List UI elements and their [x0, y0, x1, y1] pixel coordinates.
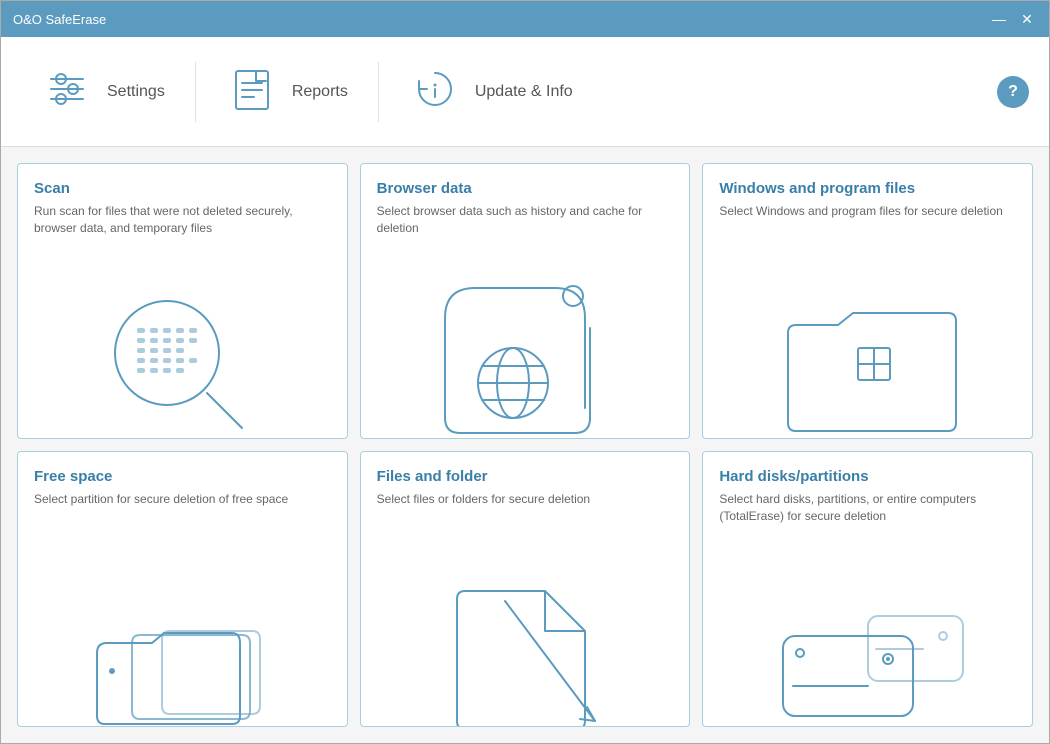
harddisk-desc: Select hard disks, partitions, or entire… [719, 491, 1016, 525]
browser-desc: Select browser data such as history and … [377, 203, 674, 237]
browser-title: Browser data [377, 180, 674, 197]
window-controls: — ✕ [989, 12, 1037, 26]
settings-icon [41, 63, 93, 120]
toolbar: Settings Reports [1, 37, 1049, 147]
window-title: O&O SafeErase [13, 12, 106, 27]
windows-icon [703, 283, 1032, 438]
files-card[interactable]: Files and folder Select files or folders… [360, 451, 691, 727]
windows-desc: Select Windows and program files for sec… [719, 203, 1016, 220]
toolbar-divider-1 [195, 62, 196, 122]
files-desc: Select files or folders for secure delet… [377, 491, 674, 508]
reports-label: Reports [292, 83, 348, 101]
harddisk-title: Hard disks/partitions [719, 468, 1016, 485]
title-bar: O&O SafeErase — ✕ [1, 1, 1049, 37]
windows-card[interactable]: Windows and program files Select Windows… [702, 163, 1033, 439]
reports-icon [226, 63, 278, 120]
scan-title: Scan [34, 180, 331, 197]
freespace-title: Free space [34, 468, 331, 485]
close-button[interactable]: ✕ [1017, 12, 1037, 26]
freespace-icon [18, 571, 347, 726]
update-toolbar-item[interactable]: Update & Info [389, 53, 593, 130]
update-icon [409, 63, 461, 120]
windows-title: Windows and program files [719, 180, 1016, 197]
files-title: Files and folder [377, 468, 674, 485]
minimize-button[interactable]: — [989, 12, 1009, 26]
update-label: Update & Info [475, 83, 573, 101]
freespace-card[interactable]: Free space Select partition for secure d… [17, 451, 348, 727]
settings-toolbar-item[interactable]: Settings [21, 53, 185, 130]
scan-icon [18, 278, 347, 438]
settings-label: Settings [107, 83, 165, 101]
scan-desc: Run scan for files that were not deleted… [34, 203, 331, 237]
freespace-desc: Select partition for secure deletion of … [34, 491, 331, 508]
files-icon [361, 571, 690, 726]
harddisk-card[interactable]: Hard disks/partitions Select hard disks,… [702, 451, 1033, 727]
reports-toolbar-item[interactable]: Reports [206, 53, 368, 130]
help-button[interactable]: ? [997, 76, 1029, 108]
browser-icon [361, 278, 690, 438]
toolbar-divider-2 [378, 62, 379, 122]
browser-card[interactable]: Browser data Select browser data such as… [360, 163, 691, 439]
harddisk-icon [703, 571, 1032, 726]
app-window: O&O SafeErase — ✕ Settings [0, 0, 1050, 744]
main-grid: Scan Run scan for files that were not de… [1, 147, 1049, 743]
scan-card[interactable]: Scan Run scan for files that were not de… [17, 163, 348, 439]
